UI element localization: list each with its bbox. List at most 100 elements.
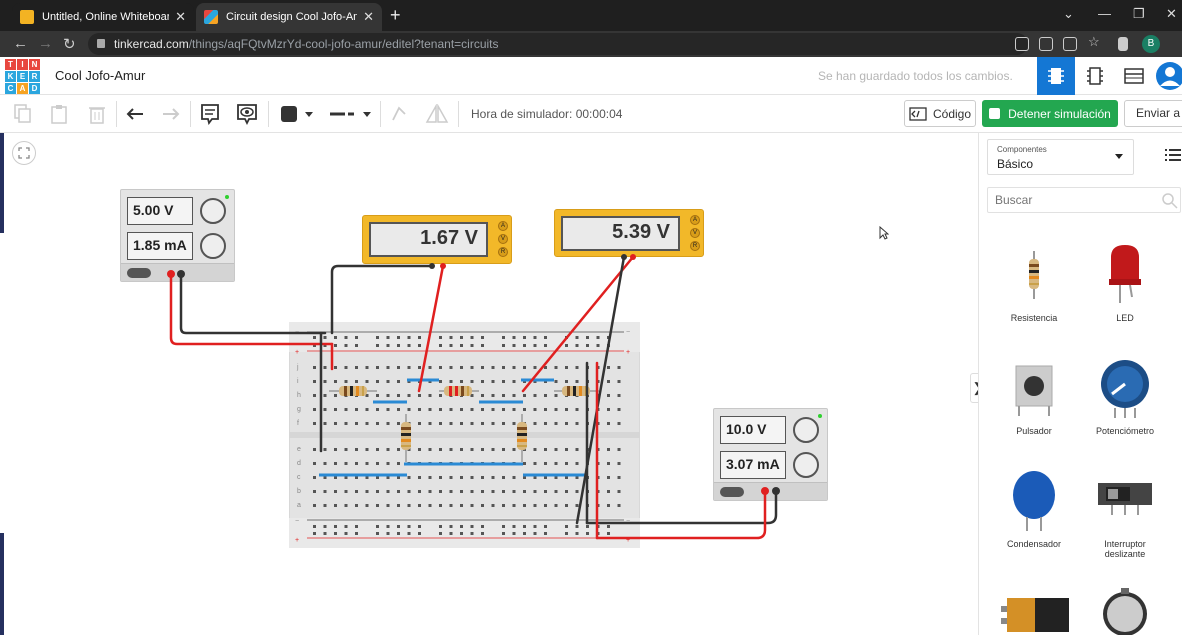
slide-switch-icon [1098,483,1152,515]
schematic-view-button[interactable] [1076,57,1114,95]
tab-title: Circuit design Cool Jofo-Amur | Ti [226,11,357,23]
components-dropdown-label: Componentes [997,145,1047,154]
rotate-button[interactable] [388,101,410,127]
logo-letter: A [17,83,28,94]
list-view-icon[interactable] [1165,149,1181,161]
chevron-down-icon [363,111,371,117]
component-led[interactable]: LED [1085,243,1165,323]
battery-9v-icon [1001,598,1077,632]
circuit-canvas[interactable]: − + − + − + − + j i h g f e d c b a 5.00… [0,133,978,635]
project-name[interactable]: Cool Jofo-Amur [55,68,145,83]
minimize-icon[interactable]: — [1098,6,1111,21]
side-panel-icon[interactable] [1118,37,1128,51]
chip-icon [1048,68,1064,84]
forward-icon[interactable]: → [38,35,53,52]
translate-icon[interactable] [1039,37,1053,51]
toolbar-divider [268,101,269,127]
editor-toolbar: Hora de simulador: 00:00:04 Código Deten… [0,95,1182,133]
paste-button[interactable] [48,101,70,127]
undo-button[interactable] [124,101,146,127]
install-app-icon[interactable] [1015,37,1029,51]
user-avatar[interactable] [1154,57,1182,95]
wire-red[interactable] [417,264,445,393]
wire-black[interactable] [585,489,778,525]
resistor-icon [1029,251,1039,299]
wire-type-picker[interactable] [326,101,374,127]
close-window-icon[interactable]: ✕ [1166,6,1177,22]
component-resistor[interactable]: Resistencia [994,243,1074,323]
code-button[interactable]: Código [904,100,976,127]
trash-icon [89,107,105,124]
stop-simulation-button[interactable]: Detener simulación [982,100,1118,127]
bookmark-star-icon[interactable]: ☆ [1088,34,1100,50]
send-to-button[interactable]: Enviar a [1124,100,1182,127]
component-list-button[interactable] [1115,57,1153,95]
delete-button[interactable] [86,101,108,127]
pushbutton-icon [1015,365,1053,416]
component-battery-9v[interactable] [994,590,1077,635]
wire-red[interactable] [595,489,767,540]
component-capacitor[interactable]: Condensador [994,469,1074,549]
probe-tips [167,254,780,495]
redo-button[interactable] [160,101,182,127]
reload-icon[interactable]: ↻ [63,35,76,53]
toolbar-divider [190,101,191,127]
component-potentiometer[interactable]: Potenciómetro [1085,356,1165,436]
new-tab-icon[interactable]: + [390,5,401,26]
color-swatch [281,106,297,122]
url-host: tinkercad.com [114,37,189,51]
flip-button[interactable] [424,101,450,127]
wire-color-picker[interactable] [276,101,318,127]
stop-icon [989,108,1001,119]
url-path: /things/aqFQtvMzrYd-cool-jofo-amur/edite… [188,37,499,51]
component-coin-battery[interactable] [1085,588,1165,635]
led-icon [1109,245,1141,303]
coin-battery-icon [1103,588,1147,635]
components-dropdown-value: Básico [997,157,1034,171]
rotate-icon [392,106,406,121]
tab-search-icon[interactable]: ⌄ [1063,6,1074,22]
component-search-input[interactable] [987,187,1181,213]
potentiometer-icon [1101,360,1149,418]
flip-icon [425,104,449,123]
eye-note-icon [237,104,257,125]
tinkercad-logo[interactable]: T I N K E R C A D [5,59,40,94]
logo-letter: E [17,71,28,82]
close-tab-icon[interactable]: ✕ [175,9,186,25]
logo-letter: T [5,59,16,70]
note-icon [201,104,219,125]
maximize-icon[interactable]: ❐ [1133,6,1145,22]
browser-tab-whiteboard[interactable]: Untitled, Online Whiteboard for \ ✕ [12,3,194,31]
tinkercad-favicon-icon [204,10,218,24]
wire-red[interactable] [521,255,635,393]
search-icon [1162,193,1178,209]
close-tab-icon[interactable]: ✕ [363,9,374,25]
components-dropdown[interactable]: Componentes Básico [987,139,1134,175]
url-input[interactable]: tinkercad.com/things/aqFQtvMzrYd-cool-jo… [88,33,1028,55]
component-pushbutton[interactable]: Pulsador [994,356,1074,436]
toolbar-divider [116,101,117,127]
profile-avatar[interactable]: B [1142,35,1160,53]
share-icon[interactable] [1063,37,1077,51]
undo-icon [126,108,143,120]
notes-button[interactable] [198,101,222,127]
logo-letter: K [5,71,16,82]
app-header: T I N K E R C A D Cool Jofo-Amur Se han … [0,57,1182,95]
circuit-view-button[interactable] [1037,57,1075,95]
note-visibility-button[interactable] [234,101,260,127]
component-label: Interruptor deslizante [1104,539,1146,559]
logo-letter: I [17,59,28,70]
chevron-down-icon [305,111,313,117]
wire-black[interactable] [319,264,434,453]
browser-tab-circuit[interactable]: Circuit design Cool Jofo-Amur | Ti ✕ [196,3,382,31]
component-label: Condensador [1006,539,1062,549]
wire-black[interactable] [179,272,327,335]
back-icon[interactable]: ← [13,35,28,52]
paste-icon [51,105,67,124]
toolbar-divider [380,101,381,127]
copy-button[interactable] [12,101,34,127]
logo-letter: D [29,83,40,94]
code-label: Código [932,106,972,121]
component-slide-switch[interactable]: Interruptor deslizante [1085,469,1165,559]
stop-label: Detener simulación [1008,106,1111,121]
